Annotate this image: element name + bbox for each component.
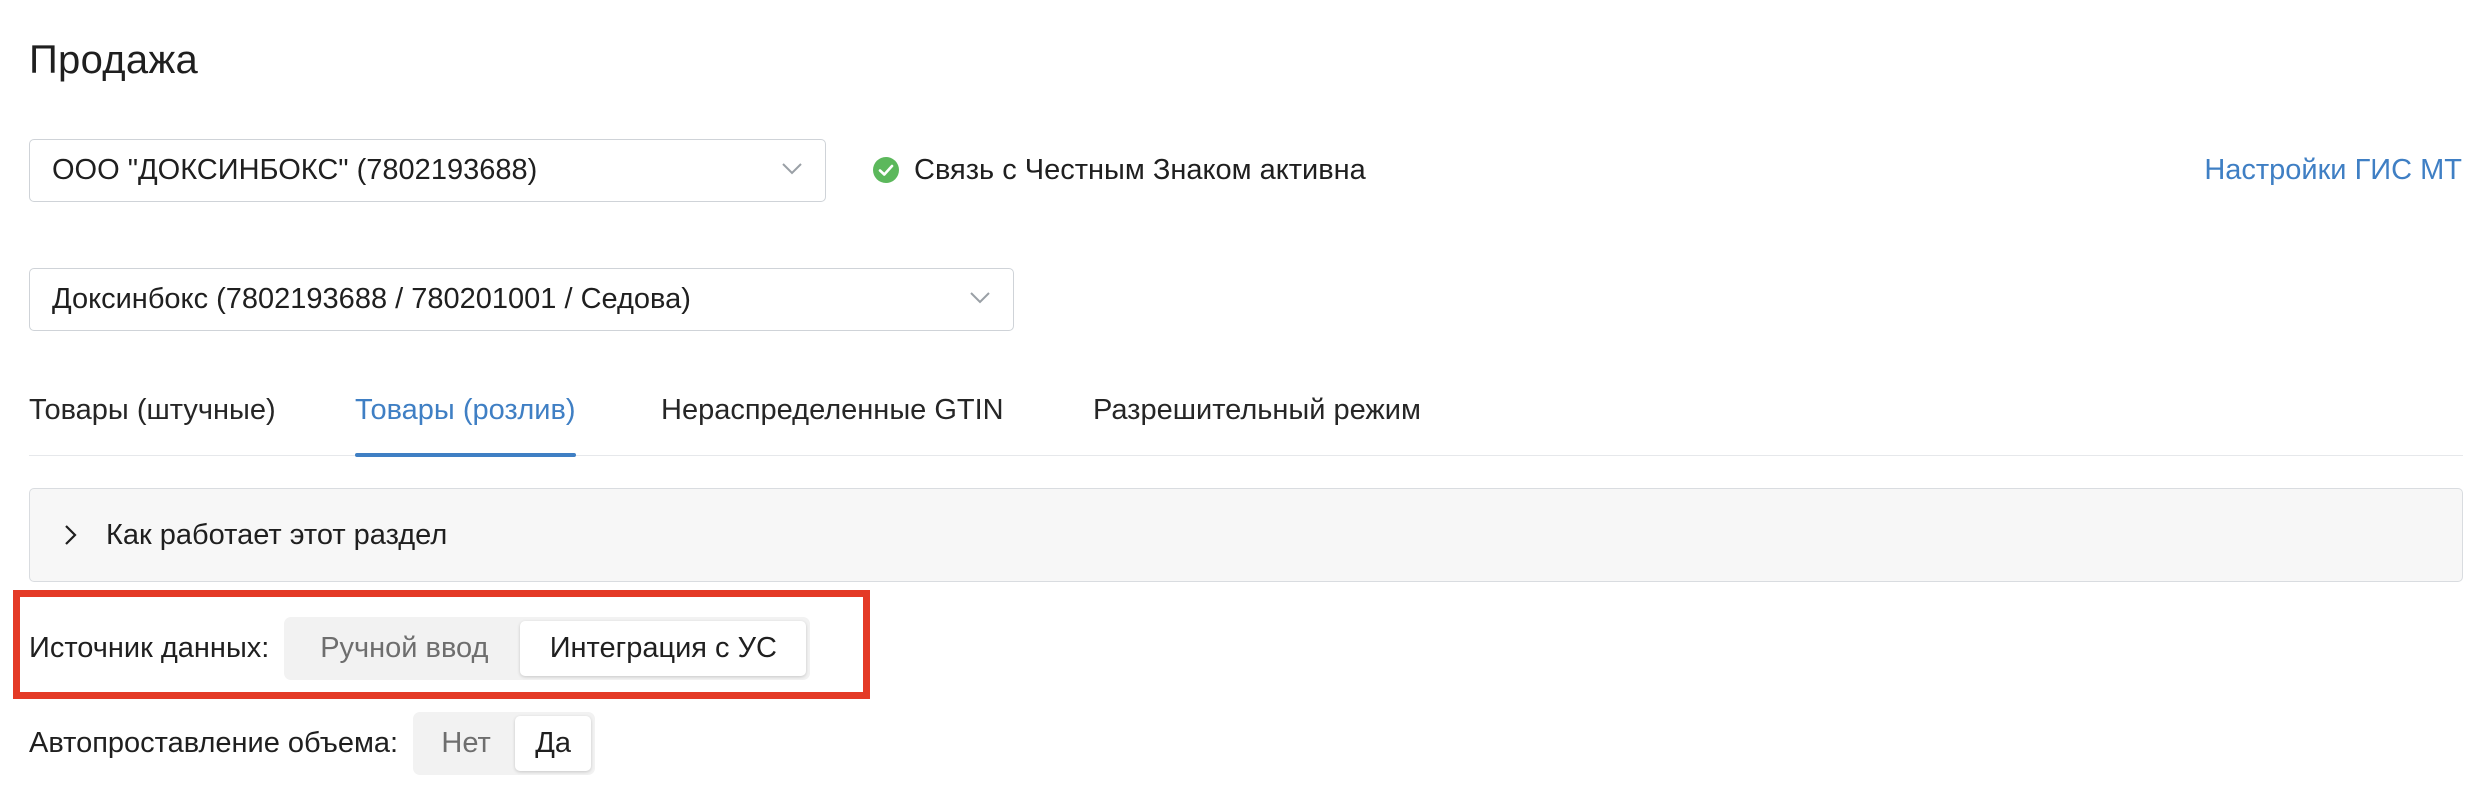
tab-unassigned-gtin[interactable]: Нераспределенные GTIN — [661, 380, 1004, 455]
auto-volume-label: Автопроставление объема: — [29, 727, 399, 759]
organization-select-value: ООО "ДОКСИНБОКС" (7802193688) — [52, 154, 538, 186]
auto-volume-no-option[interactable]: Нет — [417, 716, 515, 771]
auto-volume-toggle: Нет Да — [413, 712, 596, 775]
data-source-row: Источник данных: Ручной ввод Интеграция … — [29, 617, 811, 680]
page-title: Продажа — [29, 38, 199, 82]
data-source-toggle: Ручной ввод Интеграция с УС — [284, 617, 811, 680]
connection-status: Связь с Честным Знаком активна — [872, 150, 1366, 190]
chevron-right-icon — [65, 525, 77, 545]
tab-draft-goods[interactable]: Товары (розлив) — [355, 380, 576, 457]
tab-permissive-mode[interactable]: Разрешительный режим — [1093, 380, 1421, 455]
branch-select-value: Доксинбокс (7802193688 / 780201001 / Сед… — [52, 283, 691, 315]
accordion-label: Как работает этот раздел — [106, 518, 448, 551]
chevron-down-icon — [970, 291, 990, 303]
connection-status-text: Связь с Честным Знаком активна — [914, 153, 1366, 186]
branch-select[interactable]: Доксинбокс (7802193688 / 780201001 / Сед… — [29, 268, 1014, 331]
manual-input-option[interactable]: Ручной ввод — [288, 621, 520, 676]
data-source-label: Источник данных: — [29, 632, 270, 664]
organization-select[interactable]: ООО "ДОКСИНБОКС" (7802193688) — [29, 139, 826, 202]
tab-piece-goods[interactable]: Товары (штучные) — [29, 380, 276, 455]
integration-option[interactable]: Интеграция с УС — [520, 621, 807, 676]
how-it-works-accordion[interactable]: Как работает этот раздел — [29, 488, 2463, 582]
chevron-down-icon — [782, 162, 802, 174]
tabs-bar: Товары (штучные) Товары (розлив) Нераспр… — [29, 380, 2463, 457]
gis-mt-settings-link[interactable]: Настройки ГИС МТ — [2204, 150, 2462, 190]
auto-volume-row: Автопроставление объема: Нет Да — [29, 712, 596, 775]
check-circle-icon — [873, 157, 899, 183]
auto-volume-yes-option[interactable]: Да — [515, 716, 592, 771]
